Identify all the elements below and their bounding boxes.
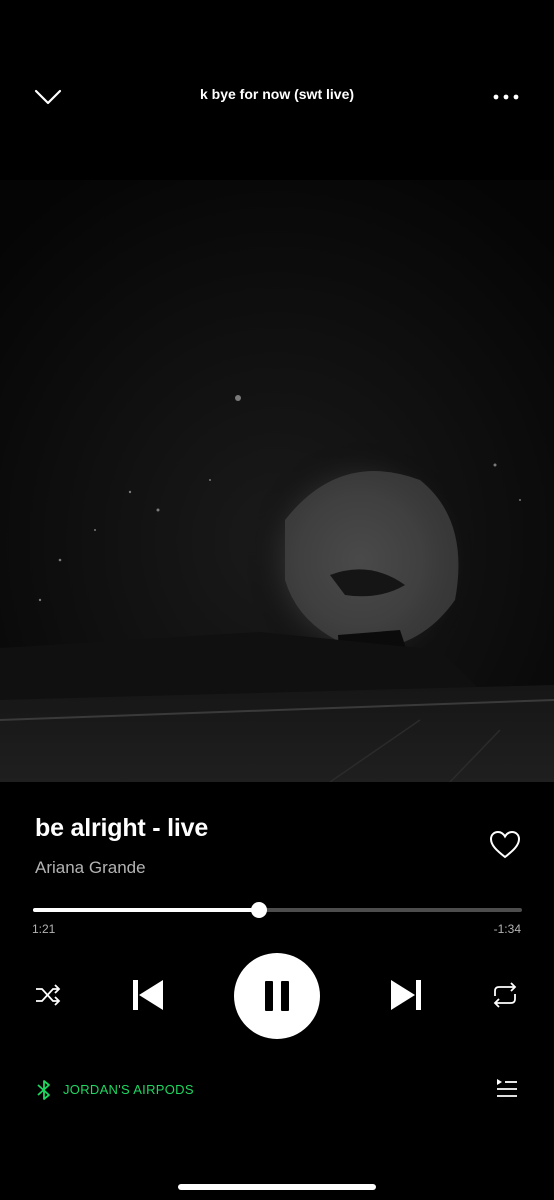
progress-fill bbox=[33, 908, 260, 912]
queue-button[interactable] bbox=[494, 1076, 518, 1100]
track-artist[interactable]: Ariana Grande bbox=[35, 858, 146, 878]
repeat-icon bbox=[493, 982, 517, 1008]
heart-icon bbox=[489, 830, 521, 859]
album-artwork bbox=[0, 180, 554, 782]
next-track-button[interactable] bbox=[388, 978, 424, 1012]
more-dots-icon bbox=[493, 94, 519, 100]
device-name: JORDAN'S AIRPODS bbox=[63, 1082, 194, 1097]
previous-track-button[interactable] bbox=[130, 978, 166, 1012]
shuffle-button[interactable] bbox=[33, 982, 63, 1008]
like-button[interactable] bbox=[488, 828, 522, 862]
home-indicator[interactable] bbox=[178, 1184, 376, 1190]
playback-progress-bar[interactable] bbox=[33, 902, 522, 918]
bluetooth-icon bbox=[37, 1080, 50, 1100]
more-options-button[interactable] bbox=[488, 82, 524, 112]
skip-previous-icon bbox=[133, 980, 163, 1010]
shuffle-icon bbox=[36, 984, 61, 1006]
repeat-button[interactable] bbox=[489, 980, 521, 1010]
play-pause-button[interactable] bbox=[234, 953, 320, 1039]
elapsed-time: 1:21 bbox=[32, 922, 56, 936]
remaining-time: -1:34 bbox=[493, 922, 521, 936]
progress-scrubber-handle[interactable] bbox=[251, 902, 268, 918]
skip-next-icon bbox=[391, 980, 421, 1010]
queue-icon bbox=[497, 1079, 517, 1097]
now-playing-screen: k bye for now (swt live) be alright - li… bbox=[0, 0, 554, 1200]
playlist-title: k bye for now (swt live) bbox=[199, 86, 355, 102]
pause-icon bbox=[265, 981, 289, 1011]
now-playing-header: k bye for now (swt live) bbox=[0, 76, 554, 118]
chevron-down-icon bbox=[34, 89, 62, 105]
track-title[interactable]: be alright - live bbox=[35, 814, 208, 843]
collapse-button[interactable] bbox=[30, 82, 66, 112]
